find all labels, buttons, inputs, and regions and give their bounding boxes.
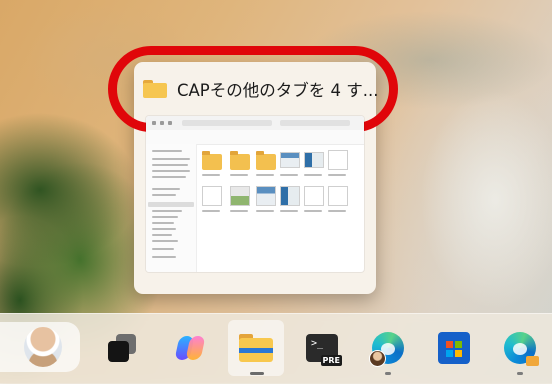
folder-icon: [143, 80, 167, 98]
preview-file-grid: [200, 148, 360, 268]
edge-icon: [504, 332, 539, 366]
task-view-button[interactable]: [94, 320, 150, 376]
terminal-icon: >_ PRE: [306, 334, 342, 366]
preview-commandbar: [146, 130, 364, 145]
wallpaper-foam: [420, 90, 552, 310]
edge-profile-running-indicator: [385, 372, 391, 375]
edge-work-button[interactable]: [492, 320, 548, 376]
store-icon: [438, 332, 470, 364]
terminal-preview-button[interactable]: >_ PRE: [294, 320, 350, 376]
folder-icon: [239, 334, 273, 362]
edge-profile-button[interactable]: [360, 320, 416, 376]
task-view-icon: [108, 334, 136, 362]
store-button[interactable]: [426, 320, 482, 376]
thumbnail-title: CAPその他のタブを 4 す...: [177, 81, 379, 100]
thumbnail-window-preview[interactable]: [146, 116, 364, 272]
copilot-icon: [174, 333, 206, 363]
edge-icon: [369, 332, 404, 367]
terminal-badge: PRE: [320, 355, 342, 366]
file-explorer-button[interactable]: [228, 320, 284, 376]
preview-toolbar: [146, 116, 364, 131]
avatar-icon: [24, 327, 62, 367]
preview-nav-pane: [146, 144, 197, 272]
edge-work-running-indicator: [517, 372, 523, 375]
copilot-button[interactable]: [162, 320, 218, 376]
file-explorer-running-indicator: [250, 372, 264, 375]
thumbnail-title-row: CAPその他のタブを 4 す...: [143, 74, 378, 104]
